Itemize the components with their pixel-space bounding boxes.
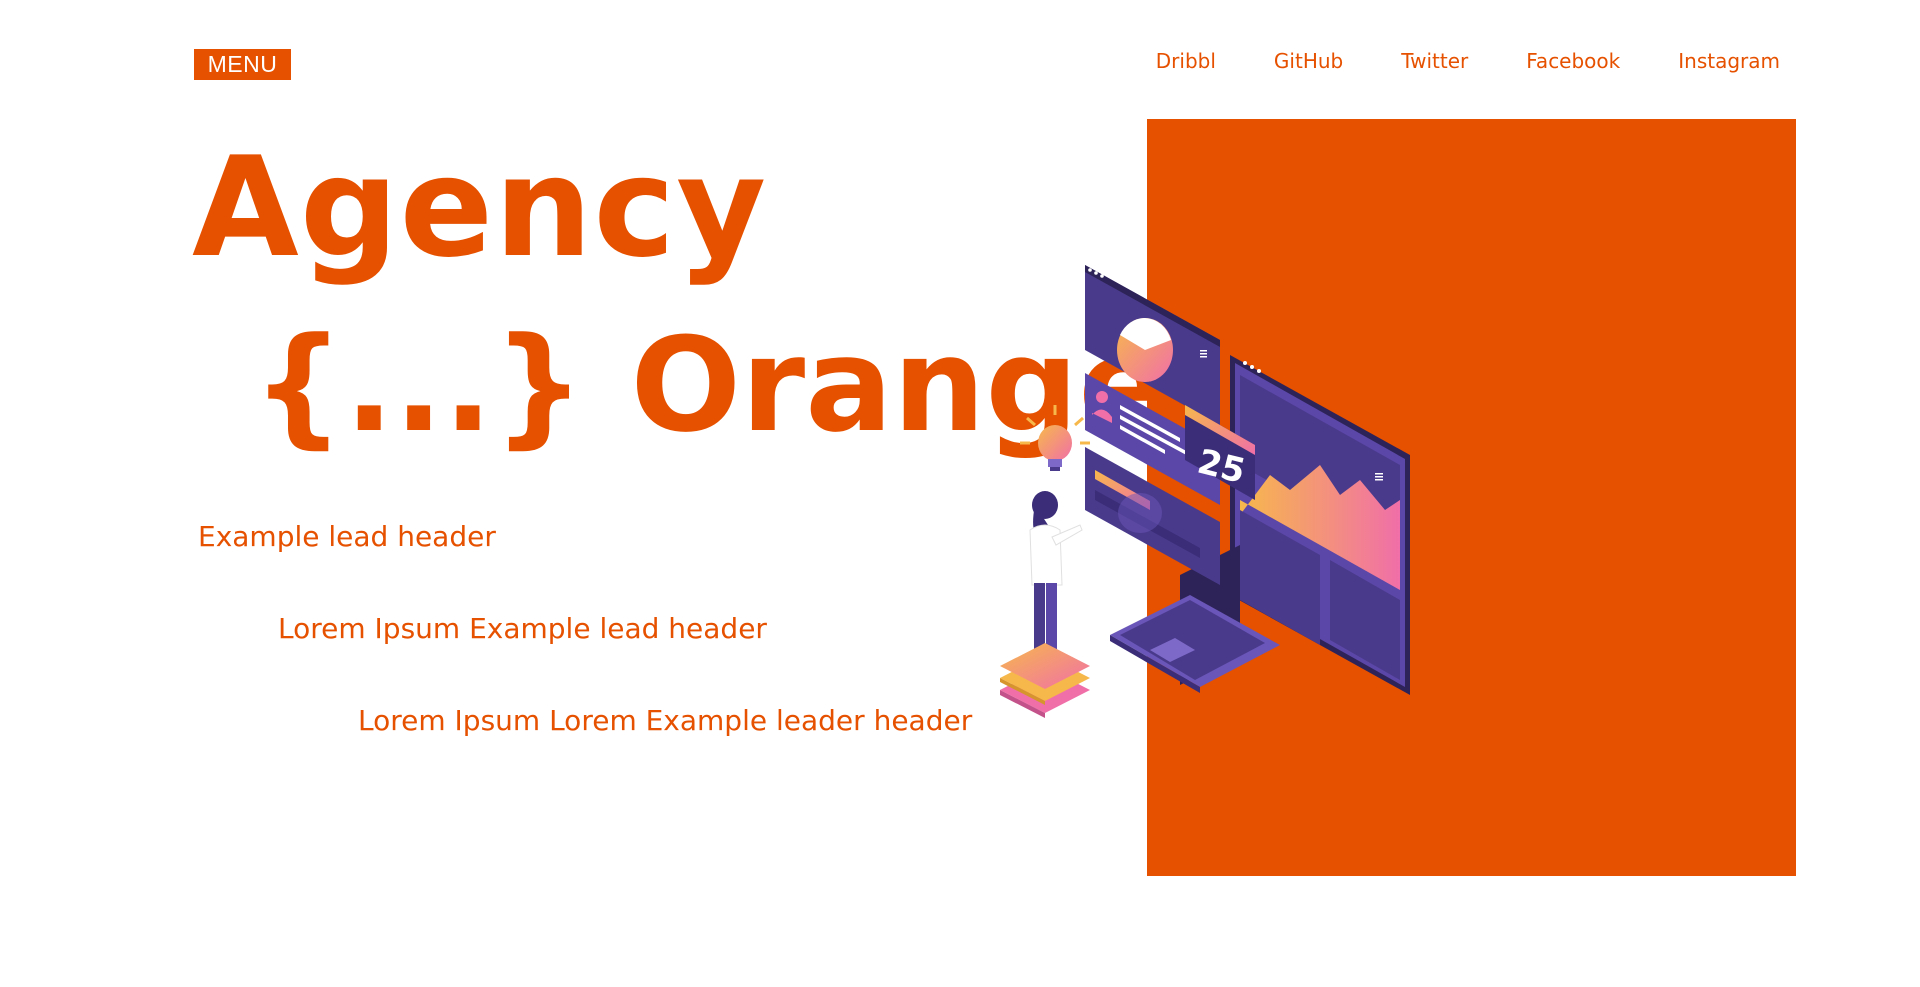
person-figure: [1029, 491, 1083, 669]
social-nav: Dribbl GitHub Twitter Facebook Instagram: [1150, 46, 1780, 76]
social-link-twitter[interactable]: Twitter: [1401, 46, 1468, 76]
menu-button[interactable]: MENU: [194, 49, 291, 80]
lightbulb-icon: [1020, 405, 1090, 471]
social-link-dribbble[interactable]: Dribbl: [1156, 46, 1216, 76]
pie-chart-icon: [1117, 317, 1173, 382]
hero-illustration: 25: [1000, 265, 1410, 718]
hamburger-icon: [1375, 473, 1383, 481]
stacked-platform: [1000, 643, 1090, 718]
social-link-facebook[interactable]: Facebook: [1526, 46, 1620, 76]
lead-header-3: Lorem Ipsum Lorem Example leader header: [358, 704, 973, 737]
lead-header-2: Lorem Ipsum Example lead header: [278, 612, 767, 645]
social-link-github[interactable]: GitHub: [1274, 46, 1343, 76]
lead-header-1: Example lead header: [198, 520, 496, 553]
hero-title-line1: Agency: [192, 127, 768, 288]
landing-page: MENU Dribbl GitHub Twitter Facebook Inst…: [0, 0, 1920, 987]
social-link-instagram[interactable]: Instagram: [1678, 46, 1780, 76]
